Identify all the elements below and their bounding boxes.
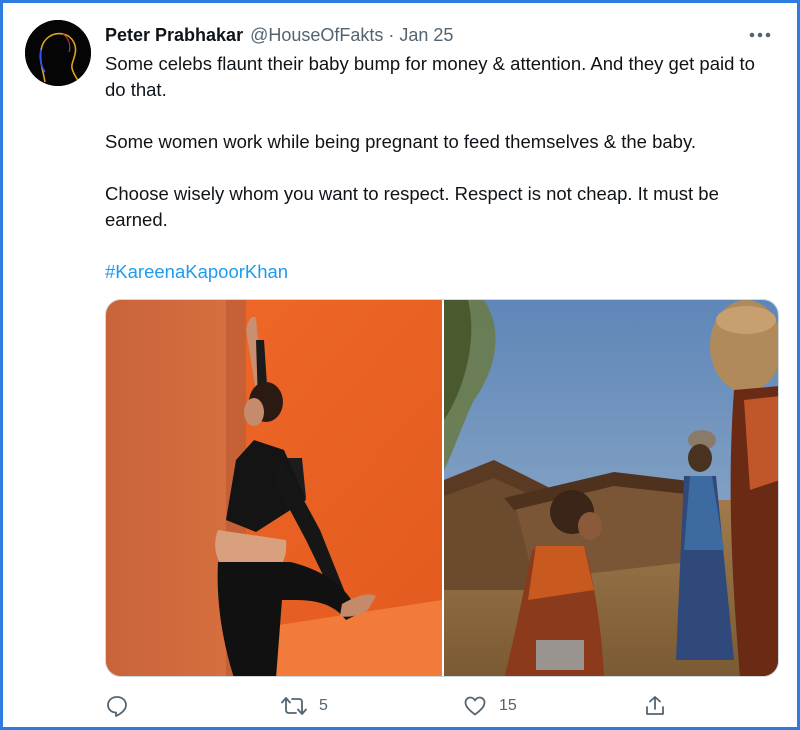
- retweet-button[interactable]: 5: [281, 691, 328, 721]
- tweet-date[interactable]: Jan 25: [399, 25, 453, 46]
- hashtag-link[interactable]: #KareenaKapoorKhan: [105, 259, 775, 285]
- tweet-header: Peter Prabhakar @HouseOfFakts · Jan 25: [105, 23, 453, 47]
- media-photo-left[interactable]: [106, 300, 442, 676]
- author-handle[interactable]: @HouseOfFakts: [250, 25, 383, 46]
- tweet-paragraph: Choose wisely whom you want to respect. …: [105, 183, 719, 230]
- media-photo-right[interactable]: [444, 300, 778, 676]
- author-name[interactable]: Peter Prabhakar: [105, 25, 243, 46]
- like-count: 15: [499, 697, 517, 714]
- retweet-count: 5: [319, 697, 328, 714]
- tweet-paragraph: Some celebs flaunt their baby bump for m…: [105, 53, 755, 100]
- tweet-card: Peter Prabhakar @HouseOfFakts · Jan 25 S…: [0, 0, 800, 730]
- tweet-paragraph: Some women work while being pregnant to …: [105, 131, 696, 152]
- avatar[interactable]: [25, 20, 91, 86]
- reply-icon[interactable]: [105, 694, 129, 718]
- more-options-icon[interactable]: [747, 23, 773, 47]
- media-grid: [105, 299, 779, 677]
- separator-dot: ·: [388, 24, 395, 45]
- share-button[interactable]: [643, 691, 667, 721]
- like-button[interactable]: 15: [463, 691, 517, 721]
- tweet-actions: 5 15: [105, 691, 775, 721]
- share-icon[interactable]: [643, 694, 667, 718]
- reply-button[interactable]: [105, 691, 129, 721]
- retweet-icon[interactable]: [281, 694, 307, 718]
- heart-icon[interactable]: [463, 694, 487, 718]
